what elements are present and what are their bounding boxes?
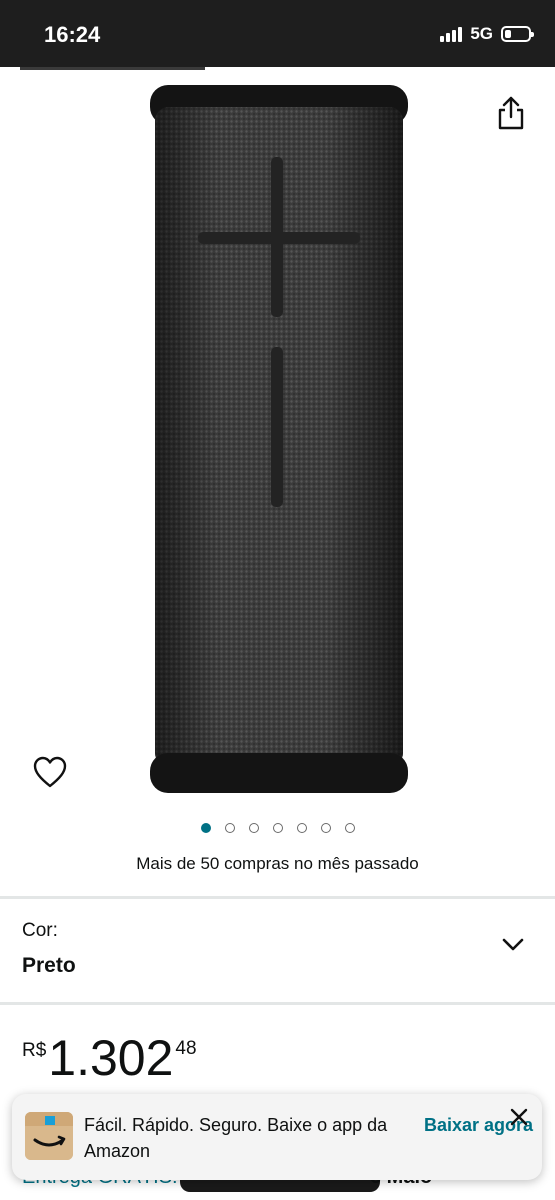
amazon-logo-icon — [25, 1112, 73, 1160]
app-banner-message: Fácil. Rápido. Seguro. Baixe o app da Am… — [84, 1115, 388, 1161]
status-bar: 16:24 5G — [0, 0, 555, 67]
battery-icon — [501, 26, 534, 42]
battery-level — [505, 30, 511, 38]
divider — [0, 896, 555, 899]
chevron-down-icon[interactable] — [501, 934, 525, 954]
top-tab-indicator — [20, 67, 205, 70]
carousel-dot[interactable] — [224, 823, 235, 833]
price: R$ 1.302 48 — [22, 1032, 197, 1084]
sales-note: Mais de 50 compras no mês passado — [136, 854, 419, 873]
share-icon[interactable] — [494, 95, 528, 131]
price-whole: 1.302 — [48, 1030, 174, 1086]
product-image[interactable] — [150, 85, 408, 793]
image-carousel-dots[interactable] — [0, 823, 555, 833]
carousel-dot[interactable] — [296, 823, 307, 833]
status-time: 16:24 — [44, 22, 101, 47]
carousel-dot[interactable] — [344, 823, 355, 833]
status-indicators: 5G — [440, 24, 534, 44]
color-label: Cor: — [22, 920, 58, 941]
color-value[interactable]: Preto — [22, 954, 76, 978]
volume-up-bar-horizontal — [198, 232, 360, 244]
app-download-banner: Fácil. Rápido. Seguro. Baixe o app da Am… — [12, 1094, 542, 1180]
price-fraction: 48 — [175, 1038, 197, 1059]
carousel-dot[interactable] — [200, 823, 211, 833]
speaker-bottom-cap — [150, 753, 408, 793]
heart-icon[interactable] — [32, 755, 68, 789]
price-currency: R$ — [22, 1040, 47, 1061]
carousel-dot[interactable] — [272, 823, 283, 833]
close-icon[interactable] — [508, 1106, 530, 1128]
volume-down-bar — [271, 347, 283, 507]
network-type: 5G — [470, 24, 493, 43]
signal-icon — [440, 26, 463, 42]
carousel-dot[interactable] — [320, 823, 331, 833]
divider — [0, 1002, 555, 1005]
carousel-dot[interactable] — [248, 823, 259, 833]
